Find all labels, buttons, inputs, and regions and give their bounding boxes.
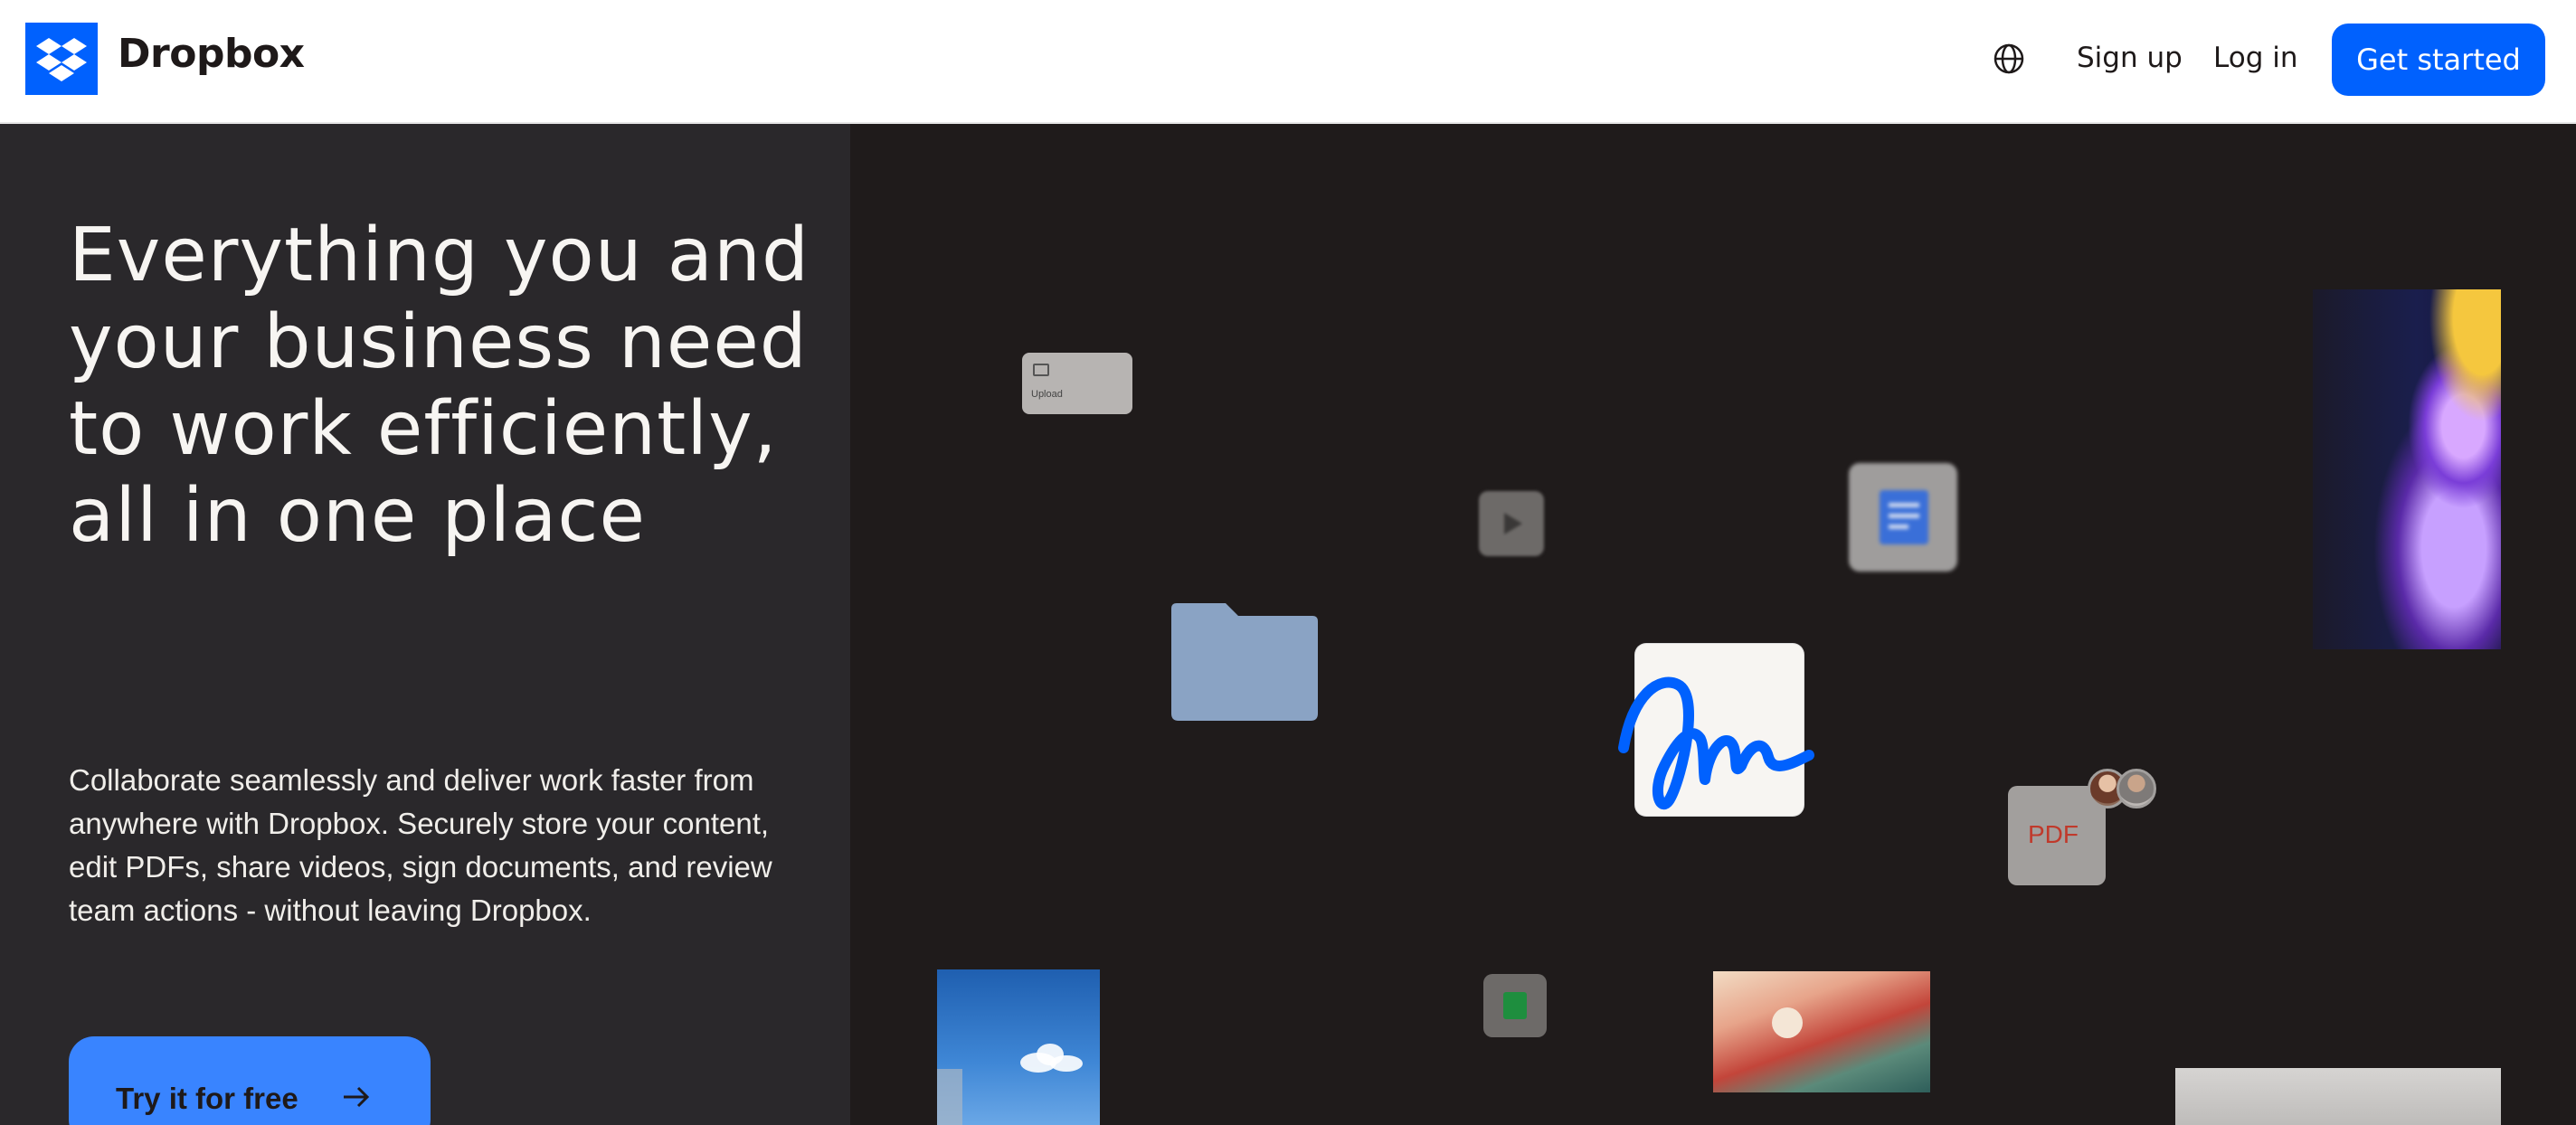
upload-label: Upload [1031, 389, 1063, 400]
folder-icon [1171, 603, 1318, 721]
arrow-right-icon [340, 1082, 371, 1120]
spreadsheet-icon [1503, 992, 1527, 1019]
avatar [2117, 769, 2156, 808]
try-button-label: Try it for free [116, 1082, 298, 1115]
get-started-button[interactable]: Get started [2332, 24, 2545, 96]
document-icon [1880, 490, 1928, 544]
document-card [1849, 463, 1957, 572]
upload-card: Upload [1022, 353, 1132, 414]
signature-icon [1618, 676, 1814, 809]
brand-name[interactable]: Dropbox [118, 31, 305, 77]
play-icon [1504, 513, 1522, 534]
upload-folder-icon [1033, 364, 1049, 376]
try-it-free-button[interactable]: Try it for free [69, 1036, 431, 1125]
top-navigation: Dropbox Sign up Log in Get started [0, 0, 2576, 124]
log-in-link[interactable]: Log in [2213, 42, 2297, 74]
abstract-art-image [2313, 289, 2501, 649]
pdf-label: PDF [2028, 820, 2079, 848]
video-play-card [1479, 491, 1544, 556]
landscape-image [1713, 971, 1930, 1092]
hero-text-panel: Everything you and your business need to… [0, 124, 850, 1125]
hero-visual-panel: Upload PDF [850, 124, 2576, 1125]
grey-image-card [2175, 1068, 2501, 1125]
hero-headline: Everything you and your business need to… [69, 213, 810, 559]
building-shape [937, 1069, 962, 1125]
sun-shape [1772, 1007, 1803, 1038]
dropbox-logo-icon[interactable] [25, 23, 98, 95]
sign-up-link[interactable]: Sign up [2077, 42, 2183, 74]
globe-icon[interactable] [1992, 42, 2026, 76]
spreadsheet-card [1483, 974, 1547, 1037]
sky-photo [937, 969, 1100, 1125]
hero-subtext: Collaborate seamlessly and deliver work … [69, 763, 772, 927]
